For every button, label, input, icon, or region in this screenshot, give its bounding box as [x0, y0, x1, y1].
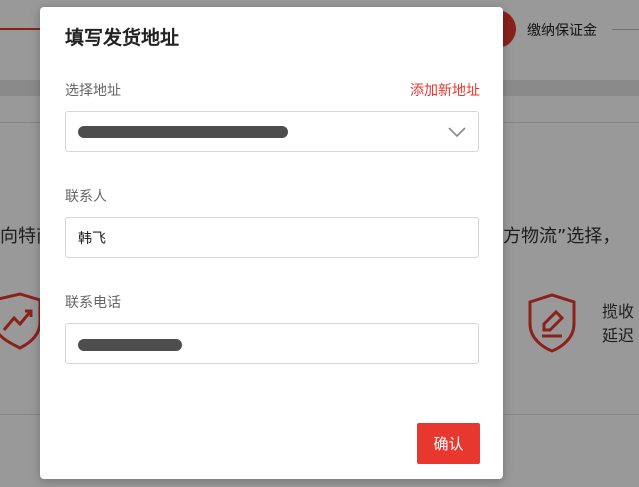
- address-select[interactable]: [65, 111, 479, 152]
- redacted-address: [78, 125, 288, 138]
- address-label: 选择地址: [65, 83, 121, 99]
- contact-field[interactable]: [65, 217, 479, 258]
- phone-field[interactable]: [65, 323, 479, 364]
- modal-title: 填写发货地址: [65, 27, 180, 49]
- redacted-phone: [78, 338, 182, 351]
- phone-label: 联系电话: [65, 295, 121, 311]
- add-address-link[interactable]: 添加新地址: [410, 80, 480, 100]
- chevron-down-icon[interactable]: [448, 126, 466, 138]
- address-value: [78, 122, 448, 142]
- phone-value: [78, 334, 466, 354]
- contact-input[interactable]: [78, 229, 466, 246]
- contact-label: 联系人: [65, 189, 107, 205]
- confirm-button[interactable]: 确认: [417, 423, 480, 464]
- shipping-address-modal: 填写发货地址 选择地址 添加新地址 联系人 联系电话 确认: [40, 7, 503, 479]
